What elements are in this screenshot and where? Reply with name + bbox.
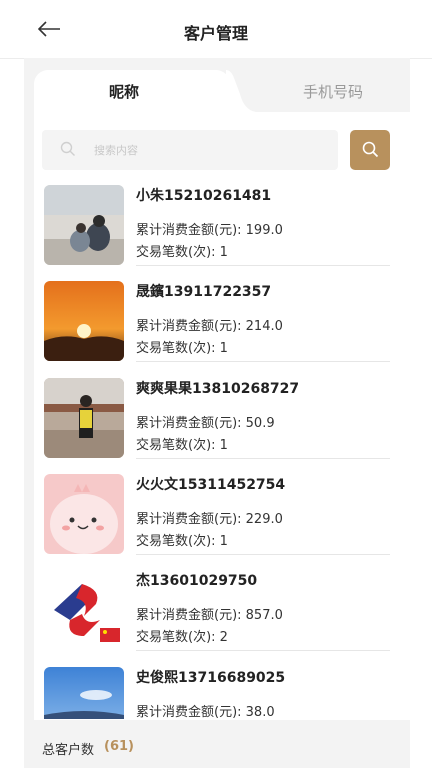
customer-total-spend: 累计消费金额(元): 50.9: [136, 416, 275, 431]
customer-name: 史俊熙13716689025: [136, 670, 286, 686]
search-placeholder: 搜索内容: [94, 144, 138, 157]
page-title: 客户管理: [183, 24, 248, 43]
total-customers-count: (61): [104, 739, 134, 754]
customer-total-spend: 累计消费金额(元): 214.0: [136, 319, 283, 334]
avatar: [44, 378, 124, 458]
list-item[interactable]: 晟鑌13911722357 累计消费金额(元): 214.0 交易笔数(次): …: [44, 279, 400, 362]
tab-phone-label: 手机号码: [302, 83, 363, 101]
avatar: [44, 474, 124, 554]
list-item[interactable]: 火火文15311452754 累计消费金额(元): 229.0 交易笔数(次):…: [44, 472, 400, 555]
customer-total-spend: 累计消费金额(元): 199.0: [136, 223, 283, 238]
divider: [136, 650, 390, 651]
tab-bar: 昵称 手机号码: [24, 70, 410, 112]
divider: [136, 265, 390, 266]
list-item[interactable]: 爽爽果果13810268727 累计消费金额(元): 50.9 交易笔数(次):…: [44, 376, 400, 459]
avatar: [44, 570, 124, 650]
footer-bar: 总客户数 (61): [24, 720, 410, 768]
search-icon: [362, 141, 379, 158]
customer-name: 晟鑌13911722357: [136, 284, 272, 300]
divider: [136, 361, 390, 362]
content-panel: 昵称 手机号码 搜索内容 小朱15210261481 累计消费金额(元): 19…: [24, 58, 410, 768]
divider: [136, 458, 390, 459]
customer-transaction-count: 交易笔数(次): 1: [136, 534, 228, 549]
customer-total-spend: 累计消费金额(元): 38.0: [136, 705, 275, 719]
list-item[interactable]: 小朱15210261481 累计消费金额(元): 199.0 交易笔数(次): …: [44, 183, 400, 266]
customer-transaction-count: 交易笔数(次): 2: [136, 630, 228, 645]
tab-phone[interactable]: 手机号码: [256, 70, 410, 112]
customer-name: 小朱15210261481: [136, 188, 272, 204]
search-icon: [60, 141, 76, 161]
customer-list-area: 搜索内容 小朱15210261481 累计消费金额(元): 199.0 交易笔数…: [34, 112, 410, 732]
list-item[interactable]: 史俊熙13716689025 累计消费金额(元): 38.0: [44, 665, 400, 719]
search-input[interactable]: 搜索内容: [42, 130, 338, 170]
customer-total-spend: 累计消费金额(元): 229.0: [136, 512, 283, 527]
tab-nickname[interactable]: 昵称: [34, 70, 230, 112]
customer-transaction-count: 交易笔数(次): 1: [136, 438, 228, 453]
app-header: 客户管理: [0, 0, 432, 59]
tab-nickname-label: 昵称: [108, 83, 139, 101]
customer-name: 爽爽果果13810268727: [136, 381, 300, 397]
customer-name: 杰13601029750: [136, 573, 258, 589]
avatar: [44, 185, 124, 265]
customer-transaction-count: 交易笔数(次): 1: [136, 341, 228, 356]
divider: [136, 554, 390, 555]
customer-transaction-count: 交易笔数(次): 1: [136, 245, 228, 260]
tab-divider-slope: [226, 70, 256, 112]
search-button[interactable]: [350, 130, 390, 170]
list-item[interactable]: 杰13601029750 累计消费金额(元): 857.0 交易笔数(次): 2: [44, 568, 400, 651]
customer-name: 火火文15311452754: [136, 477, 286, 493]
avatar: [44, 281, 124, 361]
avatar: [44, 667, 124, 719]
total-customers-label: 总客户数: [42, 743, 95, 758]
customer-total-spend: 累计消费金额(元): 857.0: [136, 608, 283, 623]
